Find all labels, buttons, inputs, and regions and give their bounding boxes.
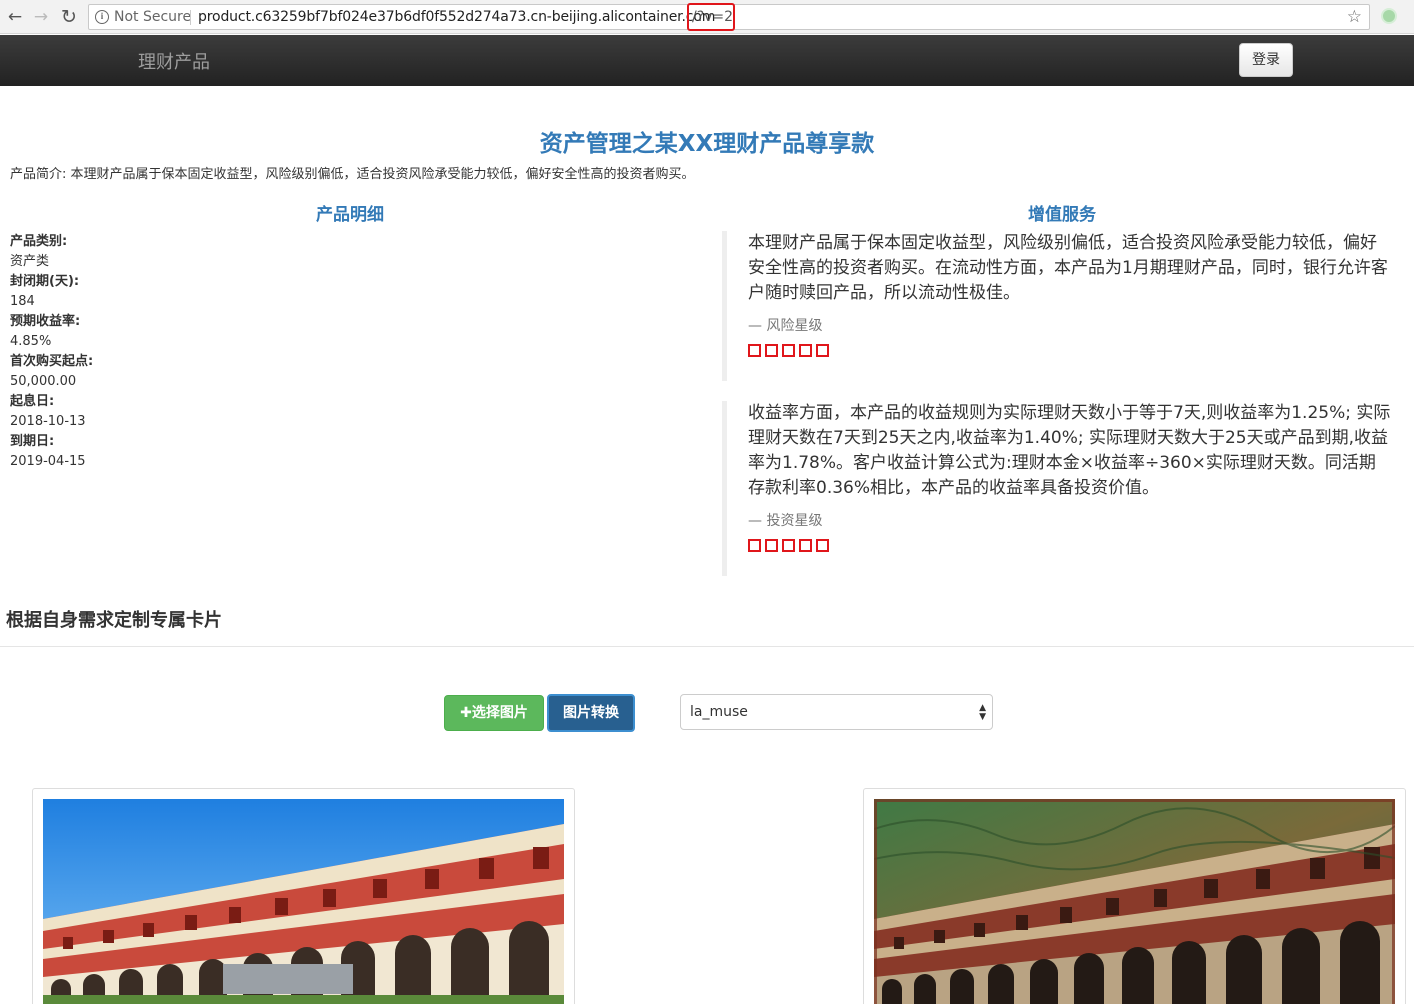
service-quote-risk: 本理财产品属于保本固定收益型，风险级别偏低，适合投资风险承受能力较低，偏好安全性…	[722, 231, 1392, 381]
service-text: 收益率方面，本产品的收益规则为实际理财天数小于等于7天,则收益率为1.25%; …	[748, 403, 1391, 498]
security-label: Not Secure	[114, 9, 192, 25]
detail-label: 预期收益率:	[10, 314, 81, 329]
service-footer: — 投资星级	[748, 513, 823, 529]
address-bar[interactable]: i Not Secure product.c63259bf7bf024e37b6…	[88, 3, 1370, 31]
browser-toolbar: ← → ↻ i Not Secure product.c63259bf7bf02…	[0, 0, 1414, 34]
forward-arrow-icon[interactable]: →	[30, 6, 52, 28]
investment-star-rating	[748, 539, 1392, 553]
product-details: 产品类别: 资产类 封闭期(天): 184 预期收益率: 4.85% 首次购买起…	[10, 232, 93, 472]
service-footer: — 风险星级	[748, 318, 823, 334]
convert-image-button[interactable]: 图片转换	[547, 694, 635, 732]
rating-star-icon	[748, 539, 761, 552]
login-button[interactable]: 登录	[1239, 43, 1293, 77]
rating-star-icon	[765, 539, 778, 552]
detail-value: 184	[10, 294, 35, 309]
custom-card-heading: 根据自身需求定制专属卡片	[6, 610, 222, 631]
detail-label: 起息日:	[10, 394, 55, 409]
page-title: 资产管理之某XX理财产品尊享款	[539, 131, 875, 157]
back-arrow-icon[interactable]: ←	[4, 6, 26, 28]
rating-star-icon	[799, 344, 812, 357]
rating-star-icon	[782, 344, 795, 357]
product-intro: 产品简介: 本理财产品属于保本固定收益型，风险级别偏低，适合投资风险承受能力较低…	[10, 167, 695, 182]
detail-value: 2019-04-15	[10, 454, 86, 469]
navbar-brand[interactable]: 理财产品	[138, 48, 210, 74]
url-text: product.c63259bf7bf024e37b6df0f552d274a7…	[198, 9, 716, 25]
detail-value: 50,000.00	[10, 374, 77, 389]
rating-star-icon	[799, 539, 812, 552]
detail-label: 到期日:	[10, 434, 55, 449]
detail-label: 产品类别:	[10, 234, 68, 249]
info-icon[interactable]: i	[95, 10, 109, 24]
extension-icon[interactable]	[1381, 8, 1397, 24]
services-heading: 增值服务	[1028, 205, 1096, 225]
rating-star-icon	[782, 539, 795, 552]
divider	[0, 646, 1414, 647]
style-select-value: la_muse	[690, 704, 748, 720]
detail-value: 4.85%	[10, 334, 52, 349]
service-text: 本理财产品属于保本固定收益型，风险级别偏低，适合投资风险承受能力较低，偏好安全性…	[748, 233, 1388, 303]
url-query-highlight: /?v=2	[687, 3, 735, 31]
site-navbar: 理财产品 登录	[0, 35, 1414, 86]
detail-value: 资产类	[10, 254, 50, 269]
style-select[interactable]: la_muse ▲ ▼	[680, 694, 993, 730]
converted-image-panel	[863, 788, 1406, 1004]
address-separator	[190, 10, 191, 25]
star-icon[interactable]: ☆	[1347, 5, 1362, 29]
converted-building-image	[874, 799, 1395, 1004]
rating-star-icon	[765, 344, 778, 357]
select-image-button[interactable]: ✚选择图片	[444, 695, 544, 731]
detail-value: 2018-10-13	[10, 414, 86, 429]
details-heading: 产品明细	[316, 205, 384, 225]
rating-star-icon	[816, 344, 829, 357]
original-image-panel	[32, 788, 575, 1004]
reload-icon[interactable]: ↻	[58, 6, 80, 28]
detail-label: 封闭期(天):	[10, 274, 80, 289]
select-arrows-icon: ▲ ▼	[979, 703, 986, 722]
rating-star-icon	[748, 344, 761, 357]
original-building-image	[43, 799, 564, 1004]
rating-star-icon	[816, 539, 829, 552]
detail-label: 首次购买起点:	[10, 354, 94, 369]
risk-star-rating	[748, 344, 1392, 358]
service-quote-investment: 收益率方面，本产品的收益规则为实际理财天数小于等于7天,则收益率为1.25%; …	[722, 401, 1392, 576]
